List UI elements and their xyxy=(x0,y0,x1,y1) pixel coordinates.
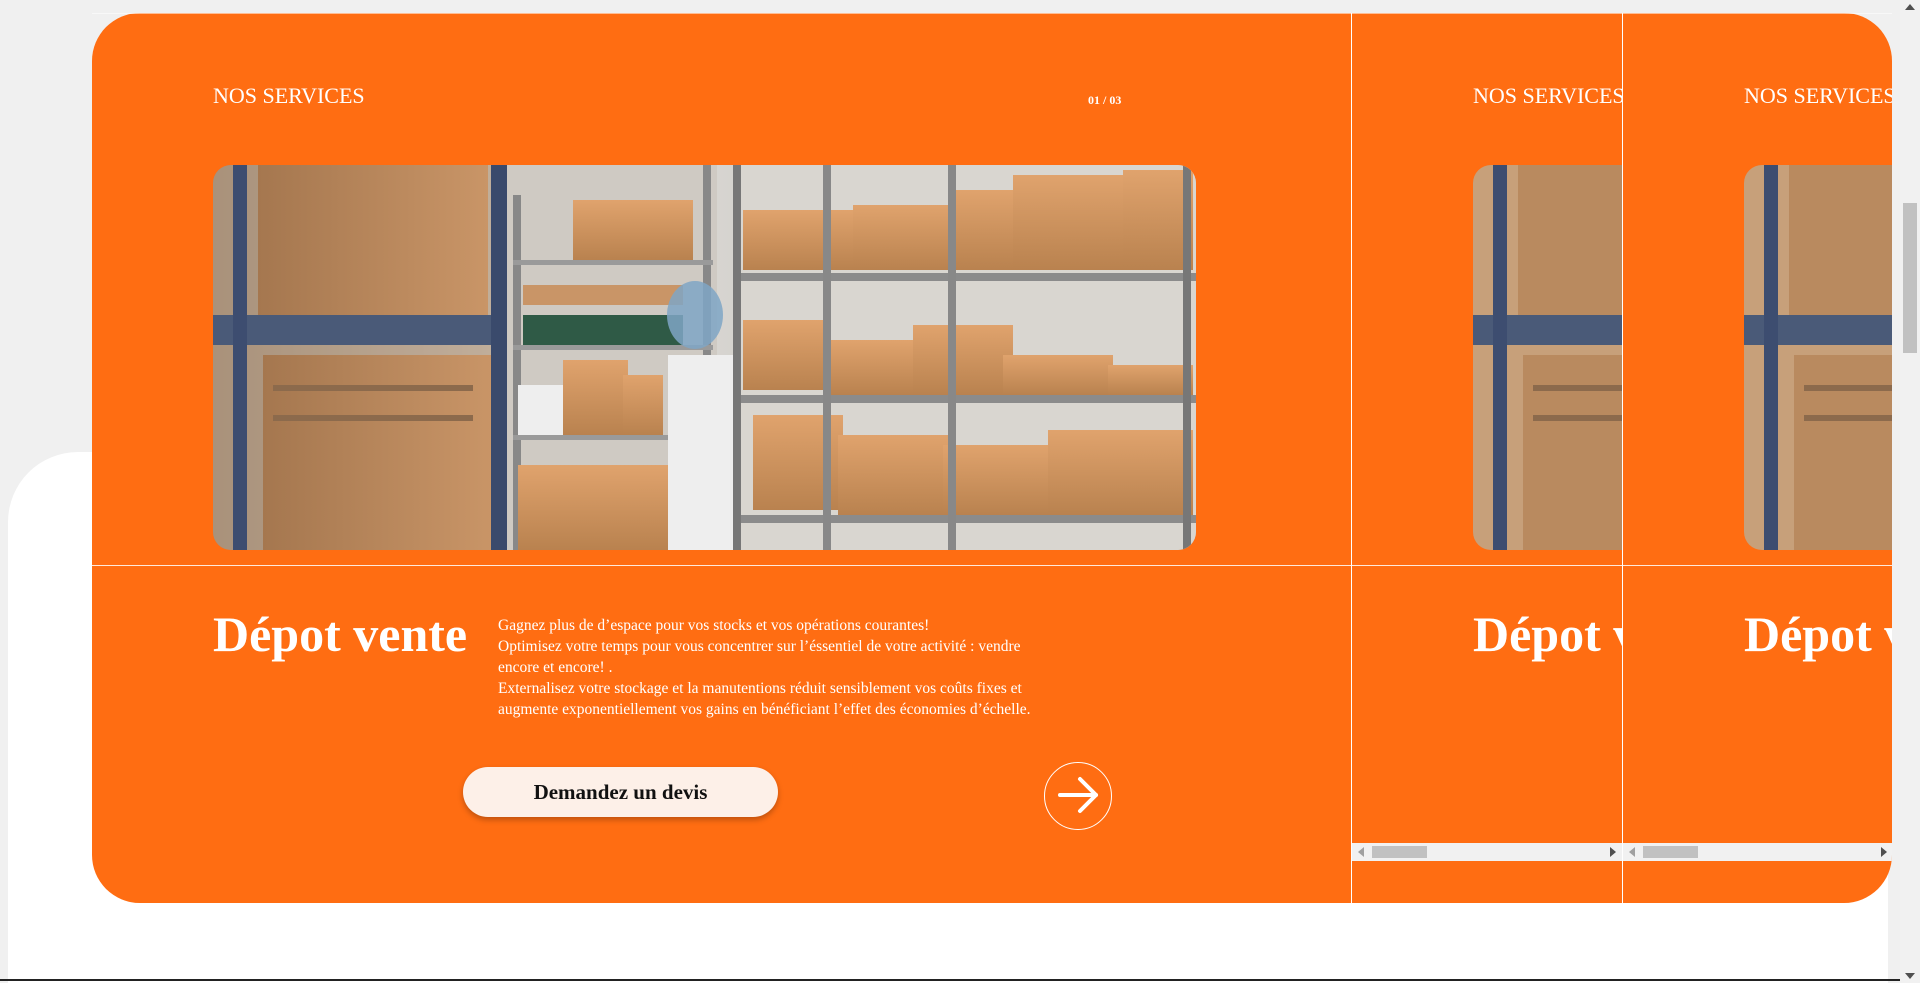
section-label: NOS SERVICES xyxy=(1744,83,1892,108)
scroll-down-icon[interactable] xyxy=(1905,973,1915,979)
scrollbar-thumb[interactable] xyxy=(1643,846,1698,858)
service-heading: Dépot vente xyxy=(1473,606,1622,662)
service-heading: Dépot vente xyxy=(1744,606,1892,662)
horizontal-scrollbar[interactable] xyxy=(1352,843,1622,861)
page-divider xyxy=(0,979,1900,981)
scroll-left-icon[interactable] xyxy=(1358,847,1364,857)
scroll-right-icon[interactable] xyxy=(1881,847,1887,857)
warehouse-photo xyxy=(1744,165,1892,550)
service-heading: Dépot vente xyxy=(213,606,468,662)
description-line: Gagnez plus de d’espace pour vos stocks … xyxy=(498,617,930,634)
next-slide-button[interactable] xyxy=(1044,762,1112,830)
carousel-slide-3: NOS SERVICES Dépot vente xyxy=(1622,13,1892,903)
scroll-right-icon[interactable] xyxy=(1610,847,1616,857)
section-label: NOS SERVICES xyxy=(213,83,365,108)
scrollbar-thumb[interactable] xyxy=(1903,203,1917,353)
section-label: NOS SERVICES xyxy=(1473,83,1622,108)
carousel-slide-1: NOS SERVICES 01 / 03 Dépot vente Gagnez … xyxy=(92,13,1351,903)
warehouse-photo xyxy=(1473,165,1622,550)
request-quote-button[interactable]: Demandez un devis xyxy=(463,767,778,817)
arrow-right-icon xyxy=(1058,777,1098,813)
vertical-scrollbar[interactable] xyxy=(1900,0,1920,983)
horizontal-scrollbar[interactable] xyxy=(1623,843,1892,861)
services-carousel: NOS SERVICES 01 / 03 Dépot vente Gagnez … xyxy=(92,13,1892,903)
card-top-guide xyxy=(92,13,1892,14)
scroll-up-icon[interactable] xyxy=(1905,4,1915,10)
scroll-left-icon[interactable] xyxy=(1629,847,1635,857)
service-description: Gagnez plus de d’espace pour vos stocks … xyxy=(498,615,1038,720)
section-divider xyxy=(92,565,1892,566)
description-line: Optimisez votre temps pour vous concentr… xyxy=(498,638,1021,676)
carousel-slide-2: NOS SERVICES Dépot vente xyxy=(1351,13,1622,903)
scrollbar-thumb[interactable] xyxy=(1372,846,1427,858)
warehouse-photo xyxy=(213,165,1196,550)
slide-counter: 01 / 03 xyxy=(1088,93,1122,107)
description-line: Externalisez votre stockage et la manute… xyxy=(498,680,1031,718)
